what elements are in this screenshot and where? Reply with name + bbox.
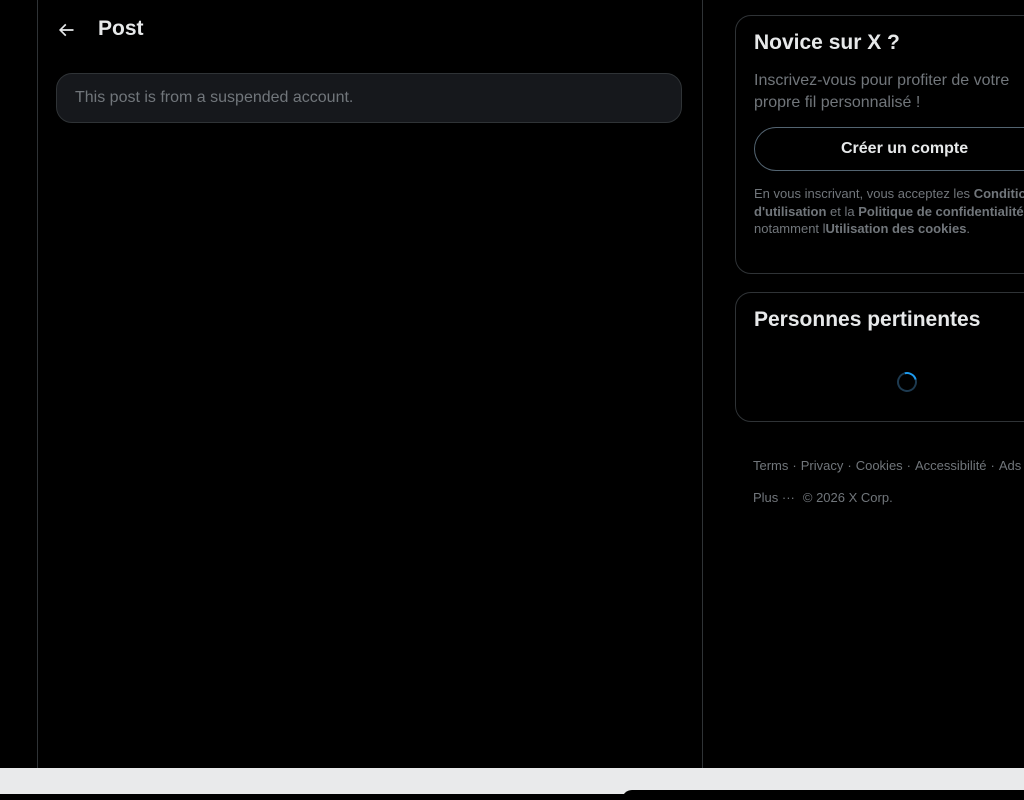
- back-button[interactable]: [51, 15, 81, 45]
- footer-link-terms[interactable]: Terms: [753, 458, 788, 473]
- signup-card: Novice sur X ? Inscrivez-vous pour profi…: [735, 15, 1024, 274]
- footer-link-privacy[interactable]: Privacy: [801, 458, 844, 473]
- footer-more-button[interactable]: Plus ···: [753, 490, 795, 505]
- footer-link-accessibility[interactable]: Accessibilité: [915, 458, 987, 473]
- create-account-button[interactable]: Créer un compte: [754, 127, 1024, 171]
- primary-column: Post This post is from a suspended accou…: [37, 0, 703, 768]
- legal-suffix: .: [966, 221, 971, 236]
- legal-prefix: En vous inscrivant, vous acceptez les: [754, 186, 971, 201]
- signup-card-title: Novice sur X ?: [754, 31, 900, 54]
- bottom-overlay-pill: [622, 790, 1024, 800]
- footer-link-cookies[interactable]: Cookies: [856, 458, 903, 473]
- page-header: Post: [38, 0, 702, 62]
- signup-description: Inscrivez-vous pour profiter de votre pr…: [754, 72, 1010, 111]
- legal-and: et la: [830, 203, 855, 219]
- privacy-policy-link[interactable]: Politique de confidentialité: [858, 204, 1023, 219]
- cookies-use-link[interactable]: Utilisation des cookies: [826, 221, 967, 236]
- relevant-people-card: Personnes pertinentes: [735, 292, 1024, 422]
- footer-copyright: © 2026 X Corp.: [802, 490, 893, 505]
- arrow-left-icon: [58, 23, 74, 37]
- suspended-post-notice: This post is from a suspended account.: [56, 73, 682, 123]
- relevant-people-title: Personnes pertinentes: [754, 308, 981, 331]
- page-title: Post: [98, 17, 144, 40]
- loading-spinner-icon: [893, 368, 921, 396]
- signup-legal-text: En vous inscrivant, vous acceptez les Co…: [754, 185, 1024, 238]
- footer-link-ads-info[interactable]: Ads Info: [999, 458, 1024, 473]
- footer-links-row: Terms · Privacy · Cookies · Accessibilité · Ads …: [753, 458, 1024, 473]
- footer-more-row: Plus ··· © 2026 X Corp.: [753, 490, 893, 505]
